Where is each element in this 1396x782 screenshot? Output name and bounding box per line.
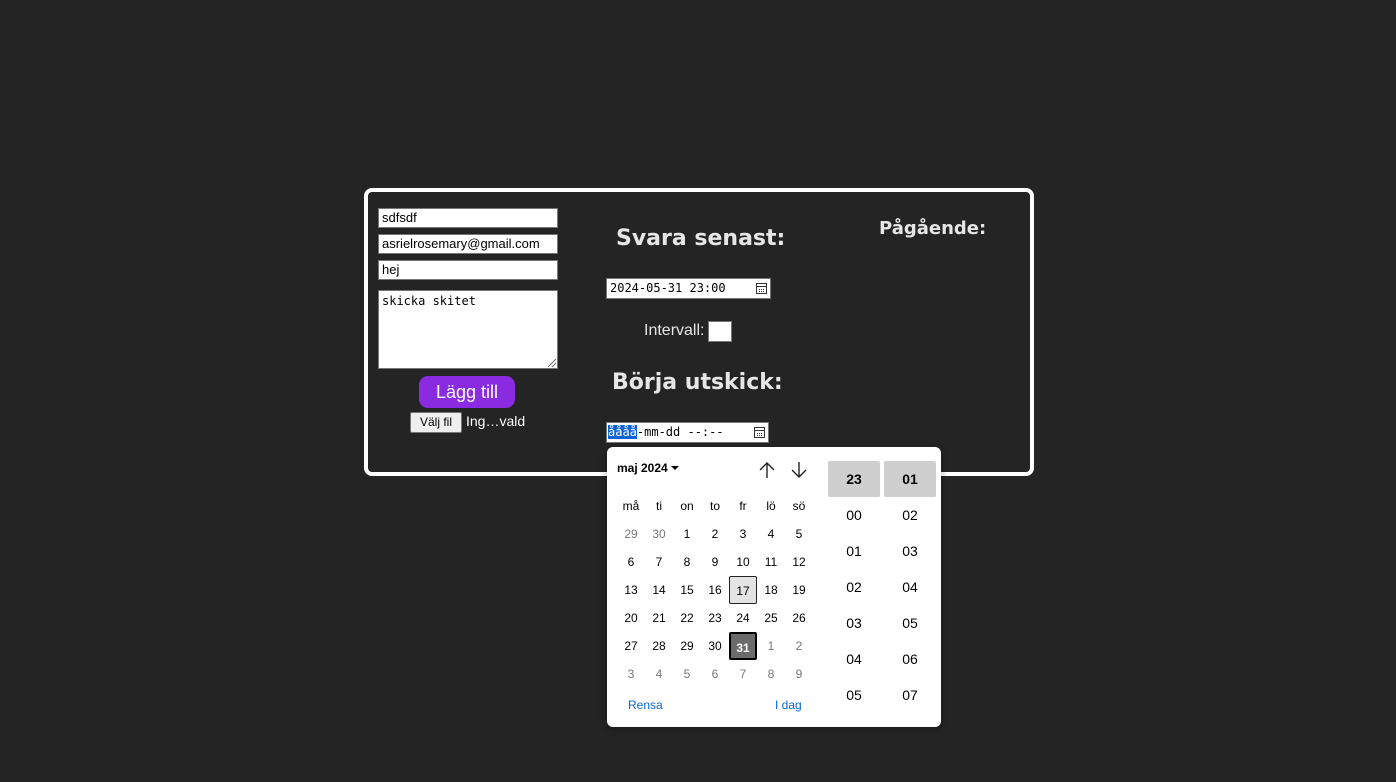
weekday-label: on xyxy=(680,499,694,513)
minute-option[interactable]: 07 xyxy=(884,677,936,713)
interval-label: Intervall: xyxy=(644,322,705,339)
calendar-day[interactable]: 24 xyxy=(729,604,757,632)
today-button[interactable]: I dag xyxy=(775,698,802,712)
calendar-day[interactable]: 1 xyxy=(673,520,701,548)
calendar-day[interactable]: 8 xyxy=(757,660,785,688)
weekday-label: lö xyxy=(766,499,776,513)
calendar-day[interactable]: 2 xyxy=(785,632,813,660)
calendar-day[interactable]: 23 xyxy=(701,604,729,632)
minute-option[interactable]: 04 xyxy=(884,569,936,605)
message-text: skicka skitet xyxy=(382,294,476,308)
calendar-day[interactable]: 11 xyxy=(757,548,785,576)
datetime-picker-popup: maj 2024 må ti on to fr lö sö 29 30 1 2 3 4 5 6 7 8 9 10 1… xyxy=(607,447,941,727)
calendar-day[interactable]: 5 xyxy=(673,660,701,688)
add-button[interactable]: Lägg till xyxy=(419,376,515,408)
hour-option[interactable]: 04 xyxy=(828,641,880,677)
arrow-up-icon[interactable] xyxy=(756,459,778,481)
calendar-day[interactable]: 19 xyxy=(785,576,813,604)
calendar-day[interactable]: 13 xyxy=(617,576,645,604)
ongoing-heading: Pågående: xyxy=(879,218,987,239)
calendar-day[interactable]: 28 xyxy=(645,632,673,660)
message-textarea[interactable]: skicka skitet xyxy=(378,290,558,369)
calendar-day[interactable]: 3 xyxy=(729,520,757,548)
calendar-icon[interactable] xyxy=(754,427,765,438)
calendar-day[interactable]: 27 xyxy=(617,632,645,660)
calendar-day[interactable]: 18 xyxy=(757,576,785,604)
calendar-day[interactable]: 6 xyxy=(701,660,729,688)
arrow-down-icon[interactable] xyxy=(788,459,810,481)
hour-option[interactable]: 00 xyxy=(828,497,880,533)
calendar-day[interactable]: 7 xyxy=(645,548,673,576)
calendar-icon[interactable] xyxy=(756,283,767,294)
minute-option[interactable]: 05 xyxy=(884,605,936,641)
calendar-day[interactable]: 14 xyxy=(645,576,673,604)
weekday-label: må xyxy=(622,499,640,513)
year-segment[interactable]: åååå xyxy=(608,425,637,439)
calendar-day[interactable]: 4 xyxy=(757,520,785,548)
deadline-value: 2024-05-31 23:00 xyxy=(610,281,726,295)
calendar-day[interactable]: 5 xyxy=(785,520,813,548)
minute-option[interactable]: 06 xyxy=(884,641,936,677)
calendar-day[interactable]: 21 xyxy=(645,604,673,632)
name-input[interactable]: sdfsdf xyxy=(378,208,558,228)
subject-input[interactable]: hej xyxy=(378,260,558,280)
email-input[interactable]: asrielrosemary@gmail.com xyxy=(378,234,558,254)
calendar-day[interactable]: 30 xyxy=(701,632,729,660)
weekday-label: sö xyxy=(792,499,806,513)
minute-option[interactable]: 01 xyxy=(884,461,936,497)
calendar-day[interactable]: 8 xyxy=(673,548,701,576)
start-datetime-input[interactable]: åååå-mm-dd --:-- xyxy=(606,422,769,443)
start-heading: Börja utskick: xyxy=(612,370,783,395)
hour-column[interactable]: 23 00 01 02 03 04 05 xyxy=(828,461,880,713)
calendar-day[interactable]: 6 xyxy=(617,548,645,576)
clear-button[interactable]: Rensa xyxy=(628,698,663,712)
calendar-day[interactable]: 1 xyxy=(757,632,785,660)
calendar-day[interactable]: 12 xyxy=(785,548,813,576)
calendar-day[interactable]: 2 xyxy=(701,520,729,548)
weekday-label: fr xyxy=(739,499,747,513)
calendar-day[interactable]: 30 xyxy=(645,520,673,548)
calendar-day[interactable]: 3 xyxy=(617,660,645,688)
hour-option[interactable]: 01 xyxy=(828,533,880,569)
calendar-day[interactable]: 9 xyxy=(701,548,729,576)
minute-column[interactable]: 01 02 03 04 05 06 07 xyxy=(884,461,936,713)
calendar-day[interactable]: 25 xyxy=(757,604,785,632)
calendar-day[interactable]: 20 xyxy=(617,604,645,632)
month-year-selector[interactable]: maj 2024 xyxy=(617,461,668,475)
calendar-day[interactable]: 15 xyxy=(673,576,701,604)
file-status: Ing…vald xyxy=(466,413,526,429)
deadline-heading: Svara senast: xyxy=(616,226,786,251)
hour-option[interactable]: 02 xyxy=(828,569,880,605)
calendar-day[interactable]: 16 xyxy=(701,576,729,604)
calendar-day[interactable]: 29 xyxy=(673,632,701,660)
minute-option[interactable]: 02 xyxy=(884,497,936,533)
calendar-day[interactable]: 29 xyxy=(617,520,645,548)
date-time-placeholder: -mm-dd --:-- xyxy=(636,425,724,439)
choose-file-button[interactable]: Välj fil xyxy=(410,412,462,433)
deadline-datetime-input[interactable]: 2024-05-31 23:00 xyxy=(606,278,771,299)
calendar-day[interactable]: 26 xyxy=(785,604,813,632)
weekday-label: to xyxy=(709,499,720,513)
minute-option[interactable]: 03 xyxy=(884,533,936,569)
calendar-day[interactable]: 22 xyxy=(673,604,701,632)
weekday-label: ti xyxy=(656,499,662,513)
calendar-day[interactable]: 9 xyxy=(785,660,813,688)
calendar-day[interactable]: 10 xyxy=(729,548,757,576)
main-panel: sdfsdf asrielrosemary@gmail.com hej skic… xyxy=(364,188,1034,476)
hour-option[interactable]: 03 xyxy=(828,605,880,641)
hour-option[interactable]: 05 xyxy=(828,677,880,713)
calendar-day[interactable]: 4 xyxy=(645,660,673,688)
calendar-day[interactable]: 7 xyxy=(729,660,757,688)
calendar-day[interactable]: 17 xyxy=(729,576,757,604)
calendar-day[interactable]: 31 xyxy=(729,632,757,660)
caret-down-icon[interactable] xyxy=(671,466,679,470)
interval-input[interactable] xyxy=(708,321,732,342)
resize-grip-icon[interactable] xyxy=(548,359,556,367)
hour-option[interactable]: 23 xyxy=(828,461,880,497)
